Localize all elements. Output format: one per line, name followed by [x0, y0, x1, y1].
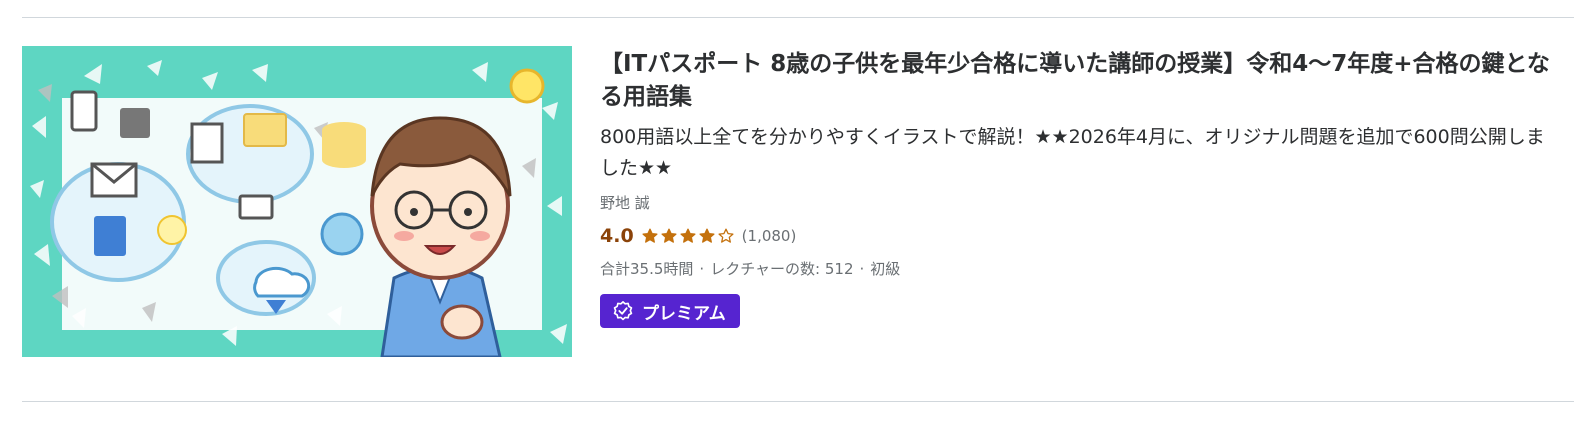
premium-badge: プレミアム [600, 294, 740, 328]
course-info: 【ITパスポート 8歳の子供を最年少合格に導いた講師の授業】令和4〜7年度+合格… [600, 46, 1560, 328]
premium-badge-label: プレミアム [642, 303, 726, 324]
course-title[interactable]: 【ITパスポート 8歳の子供を最年少合格に導いた講師の授業】令和4〜7年度+合格… [600, 46, 1560, 114]
course-card[interactable]: 【ITパスポート 8歳の子供を最年少合格に導いた講師の授業】令和4〜7年度+合格… [22, 46, 1574, 366]
meta-separator: · [859, 260, 865, 278]
star-filled-icon [661, 228, 677, 243]
rating-value: 4.0 [600, 225, 634, 247]
meta-separator: · [699, 260, 705, 278]
course-thumbnail-illustration [22, 46, 572, 357]
course-level: 初級 [870, 260, 901, 278]
lecture-count: レクチャーの数: 512 [710, 260, 854, 278]
star-filled-icon [642, 228, 658, 243]
star-filled-icon [680, 228, 696, 243]
top-divider [22, 17, 1574, 18]
course-meta: 合計35.5時間 · レクチャーの数: 512 · 初級 [600, 258, 1560, 280]
course-thumbnail[interactable] [22, 46, 572, 357]
star-empty-icon [718, 228, 734, 243]
course-headline: 800用語以上全てを分かりやすくイラストで解説！★★2026年4月に、オリジナル… [600, 126, 1545, 179]
rating-stars [642, 228, 734, 244]
rating-row: 4.0 (1,080) [600, 223, 1560, 249]
verified-badge-icon [613, 301, 633, 321]
bottom-divider [22, 401, 1574, 402]
star-filled-icon [699, 228, 715, 243]
instructor-name: 野地 誠 [600, 194, 650, 212]
rating-count: (1,080) [741, 227, 797, 245]
total-hours: 合計35.5時間 [600, 260, 694, 278]
